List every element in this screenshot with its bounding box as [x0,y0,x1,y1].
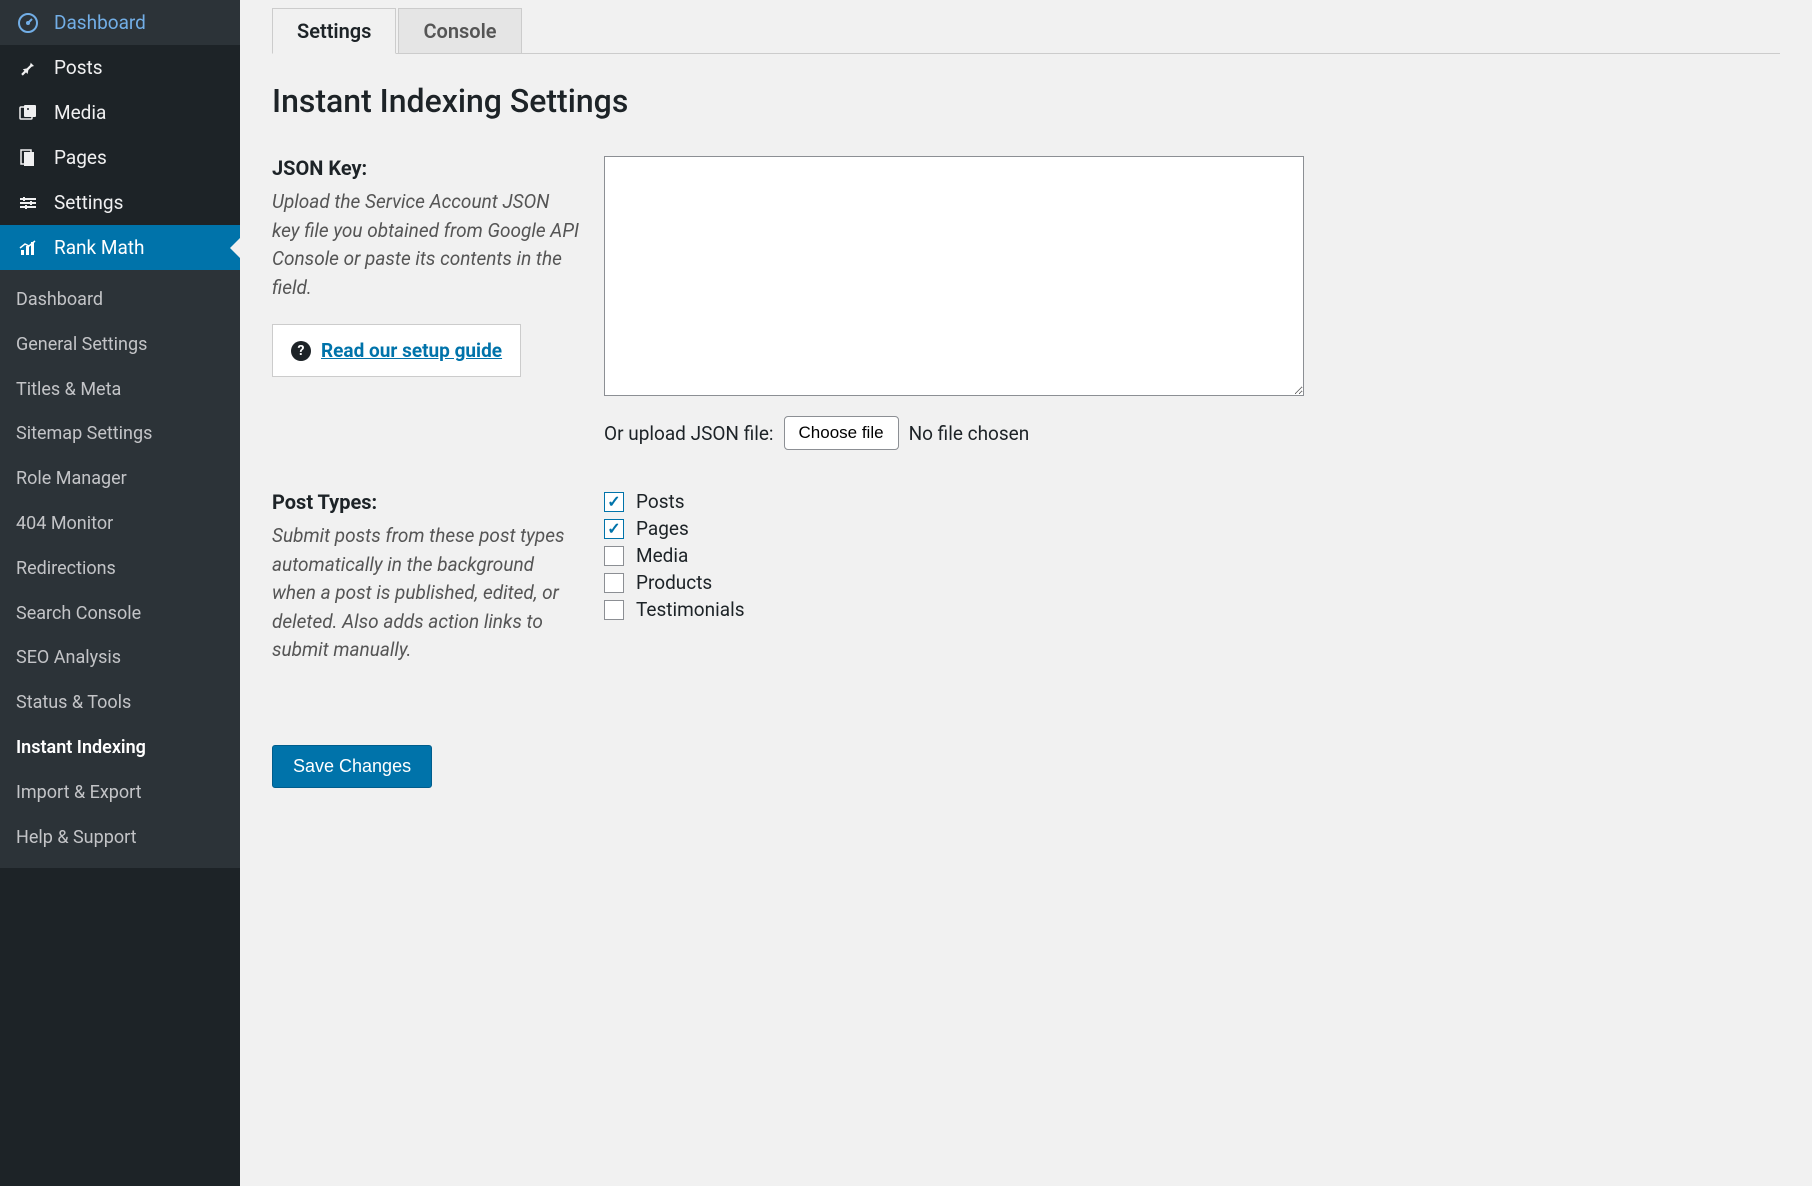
main-content: Settings Console Instant Indexing Settin… [240,0,1812,1186]
setup-guide-box: ? Read our setup guide [272,324,521,377]
sidebar-item-label: Settings [54,191,123,214]
sidebar-item-rank-math[interactable]: Rank Math [0,225,240,270]
sidebar-item-dashboard[interactable]: Dashboard [0,0,240,45]
post-types-field-col: Posts Pages Media Products Testimonials [604,490,1780,621]
post-types-label-col: Post Types: Submit posts from these post… [272,490,604,665]
tab-settings[interactable]: Settings [272,8,396,54]
sidebar-item-settings[interactable]: Settings [0,180,240,225]
json-key-row: JSON Key: Upload the Service Account JSO… [272,156,1780,450]
sidebar-item-posts[interactable]: Posts [0,45,240,90]
sidebar-item-label: Posts [54,56,103,79]
pin-icon [16,58,40,78]
checkbox-box-testimonials[interactable] [604,600,624,620]
submenu-item-help-support[interactable]: Help & Support [0,816,240,861]
sidebar-item-media[interactable]: Media [0,90,240,135]
post-types-row: Post Types: Submit posts from these post… [272,490,1780,665]
submenu-item-404-monitor[interactable]: 404 Monitor [0,502,240,547]
checkbox-box-products[interactable] [604,573,624,593]
submenu-item-import-export[interactable]: Import & Export [0,771,240,816]
admin-sidebar: Dashboard Posts Media Pages Settings Ran… [0,0,240,1186]
question-icon: ? [291,341,311,361]
submenu-item-sitemap-settings[interactable]: Sitemap Settings [0,412,240,457]
checkbox-label: Media [636,544,688,567]
upload-row: Or upload JSON file: Choose file No file… [604,416,1780,450]
sidebar-item-label: Rank Math [54,236,144,259]
checkbox-box-pages[interactable] [604,519,624,539]
checkbox-box-media[interactable] [604,546,624,566]
json-key-textarea[interactable] [604,156,1304,396]
upload-label: Or upload JSON file: [604,422,774,445]
setup-guide-link[interactable]: Read our setup guide [321,339,502,362]
chart-icon [16,238,40,258]
checkbox-pages[interactable]: Pages [604,517,1780,540]
post-types-label: Post Types: [272,490,580,514]
media-icon [16,103,40,123]
sidebar-item-label: Pages [54,146,107,169]
save-button[interactable]: Save Changes [272,745,432,788]
tabs: Settings Console [272,8,1780,54]
submenu-item-redirections[interactable]: Redirections [0,547,240,592]
checkbox-label: Testimonials [636,598,745,621]
tab-console[interactable]: Console [398,8,521,54]
sidebar-submenu: Dashboard General Settings Titles & Meta… [0,270,240,868]
submenu-item-instant-indexing[interactable]: Instant Indexing [0,726,240,771]
json-key-label: JSON Key: [272,156,580,180]
submenu-item-seo-analysis[interactable]: SEO Analysis [0,636,240,681]
post-types-desc: Submit posts from these post types autom… [272,522,580,665]
sidebar-item-pages[interactable]: Pages [0,135,240,180]
checkbox-media[interactable]: Media [604,544,1780,567]
json-key-desc: Upload the Service Account JSON key file… [272,188,580,302]
checkbox-products[interactable]: Products [604,571,1780,594]
submenu-item-titles-meta[interactable]: Titles & Meta [0,368,240,413]
checkbox-label: Products [636,571,712,594]
checkbox-box-posts[interactable] [604,492,624,512]
choose-file-button[interactable]: Choose file [784,416,899,450]
checkbox-posts[interactable]: Posts [604,490,1780,513]
submenu-item-role-manager[interactable]: Role Manager [0,457,240,502]
page-title: Instant Indexing Settings [272,82,1780,120]
json-key-field-col: Or upload JSON file: Choose file No file… [604,156,1780,450]
post-types-checkbox-list: Posts Pages Media Products Testimonials [604,490,1780,621]
submenu-item-status-tools[interactable]: Status & Tools [0,681,240,726]
submenu-item-dashboard[interactable]: Dashboard [0,278,240,323]
page-icon [16,148,40,168]
submenu-item-search-console[interactable]: Search Console [0,592,240,637]
sidebar-item-label: Media [54,101,106,124]
dashboard-icon [16,13,40,33]
checkbox-label: Posts [636,490,685,513]
file-status: No file chosen [909,422,1030,445]
submenu-item-general-settings[interactable]: General Settings [0,323,240,368]
json-key-label-col: JSON Key: Upload the Service Account JSO… [272,156,604,377]
checkbox-label: Pages [636,517,689,540]
sidebar-item-label: Dashboard [54,11,146,34]
checkbox-testimonials[interactable]: Testimonials [604,598,1780,621]
settings-icon [16,193,40,213]
